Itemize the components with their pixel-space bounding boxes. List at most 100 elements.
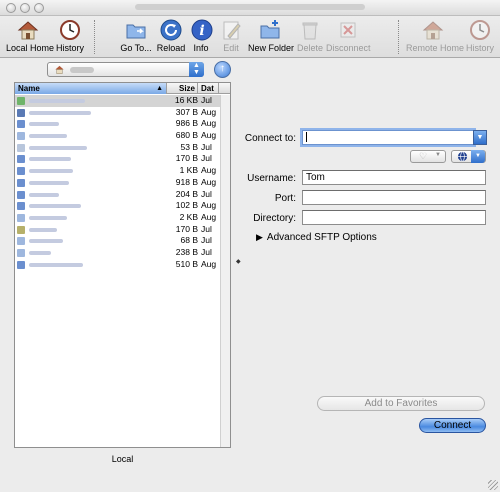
- remote-home-label: Remote Home: [406, 43, 465, 53]
- file-name-blurred: [29, 262, 83, 267]
- file-name-blurred: [29, 239, 63, 244]
- info-icon: i: [191, 19, 213, 41]
- file-row[interactable]: 102 B Aug: [15, 200, 220, 212]
- file-row[interactable]: 918 B Aug: [15, 177, 220, 189]
- local-history-label: History: [55, 43, 84, 53]
- file-list: 16 KB Jul 307 B Aug 986 B Aug 680 B Aug 53 B Jul 1…: [15, 95, 220, 270]
- username-value: Tom: [306, 172, 325, 183]
- file-size: 204 B: [175, 188, 198, 199]
- file-name-blurred: [29, 204, 81, 209]
- new-folder-button[interactable]: New Folder: [248, 18, 294, 53]
- connect-button[interactable]: Connect: [419, 418, 486, 433]
- file-row[interactable]: 307 B Aug: [15, 107, 220, 119]
- file-row[interactable]: 170 B Jul: [15, 153, 220, 165]
- remote-home-button[interactable]: Remote Home: [406, 18, 464, 53]
- file-name-blurred: [29, 122, 59, 127]
- column-name-label: Name: [18, 84, 40, 93]
- file-row[interactable]: 1 KB Aug: [15, 165, 220, 177]
- connect-button-label: Connect: [433, 420, 472, 431]
- file-size: 918 B: [175, 176, 198, 187]
- toolbar-separator: [94, 20, 95, 54]
- file-row[interactable]: 238 B Jul: [15, 247, 220, 259]
- port-field[interactable]: [302, 190, 486, 205]
- close-window-button[interactable]: [6, 3, 16, 13]
- username-field[interactable]: Tom: [302, 170, 486, 185]
- column-size-header[interactable]: Size: [168, 83, 198, 94]
- advanced-options-disclosure[interactable]: ▶ Advanced SFTP Options: [256, 232, 377, 243]
- local-path-popup[interactable]: ▲ ▼: [47, 62, 204, 77]
- file-row[interactable]: 170 B Jul: [15, 224, 220, 236]
- reload-icon: [160, 19, 182, 41]
- sftp-window: Local Home History Go To... Reload i Inf…: [0, 0, 500, 492]
- file-row[interactable]: 986 B Aug: [15, 118, 220, 130]
- file-name-blurred: [29, 157, 71, 162]
- file-size: 170 B: [175, 223, 198, 234]
- delete-icon: [302, 22, 318, 40]
- reload-button[interactable]: Reload: [156, 18, 186, 53]
- file-size: 680 B: [175, 130, 198, 141]
- remote-history-button[interactable]: History: [464, 18, 496, 53]
- file-date: Jul: [201, 95, 212, 105]
- column-date-header[interactable]: Dat: [199, 83, 219, 94]
- file-date: Aug: [201, 176, 217, 187]
- chevron-down-icon: ▼: [471, 150, 485, 163]
- splitter-handle-icon[interactable]: ◆: [236, 258, 241, 265]
- bookmark-popup[interactable]: ♡ ▼: [410, 150, 446, 163]
- file-icon: [17, 248, 25, 257]
- add-to-favorites-button[interactable]: Add to Favorites: [317, 396, 485, 411]
- connect-to-field[interactable]: [302, 130, 474, 145]
- local-home-label: Local Home: [6, 43, 55, 53]
- file-date: Jul: [201, 246, 212, 257]
- chevron-down-icon: ▼: [435, 152, 441, 158]
- delete-button[interactable]: Delete: [296, 18, 324, 53]
- file-name-blurred: [29, 215, 67, 220]
- file-icon: [17, 260, 25, 269]
- minimize-window-button[interactable]: [20, 3, 30, 13]
- go-to-button[interactable]: Go To...: [118, 18, 154, 53]
- username-label: Username:: [247, 173, 296, 184]
- file-row[interactable]: 2 KB Aug: [15, 212, 220, 224]
- svg-text:i: i: [199, 23, 204, 39]
- vertical-scrollbar[interactable]: [220, 95, 230, 447]
- network-popup[interactable]: ▼: [451, 150, 486, 163]
- column-name-header[interactable]: Name ▲: [15, 83, 167, 94]
- text-cursor: [306, 132, 307, 143]
- file-icon: [17, 108, 25, 117]
- directory-field[interactable]: [302, 210, 486, 225]
- file-row[interactable]: 680 B Aug: [15, 130, 220, 142]
- file-size: 238 B: [175, 246, 198, 257]
- file-row[interactable]: 68 B Jul: [15, 235, 220, 247]
- folder-icon: [126, 24, 146, 39]
- file-icon: [17, 190, 25, 199]
- disconnect-button[interactable]: Disconnect: [326, 18, 371, 53]
- file-size: 307 B: [175, 106, 198, 117]
- file-date: Jul: [201, 141, 212, 152]
- edit-button[interactable]: Edit: [220, 18, 242, 53]
- file-size: 102 B: [175, 200, 198, 211]
- local-pane-label: Local: [111, 454, 134, 464]
- file-row[interactable]: 16 KB Jul: [15, 95, 220, 107]
- file-size: 68 B: [180, 235, 199, 246]
- file-row[interactable]: 53 B Jul: [15, 142, 220, 154]
- file-icon: [17, 97, 25, 105]
- resize-grip-icon[interactable]: [488, 480, 498, 490]
- globe-icon: [457, 151, 468, 162]
- file-name-blurred: [29, 192, 59, 197]
- disconnect-label: Disconnect: [326, 43, 371, 53]
- file-date: Aug: [201, 106, 217, 117]
- file-icon: [17, 237, 25, 246]
- local-history-button[interactable]: History: [54, 18, 86, 53]
- column-size-label: Size: [178, 84, 195, 93]
- column-date-label: Dat: [201, 84, 214, 93]
- parent-directory-button[interactable]: ↑: [214, 61, 231, 78]
- reload-label: Reload: [156, 43, 186, 53]
- zoom-window-button[interactable]: [34, 3, 44, 13]
- file-row[interactable]: 204 B Jul: [15, 189, 220, 201]
- file-icon: [17, 132, 25, 141]
- info-button[interactable]: i Info: [190, 18, 213, 53]
- file-icon: [17, 167, 25, 176]
- file-row[interactable]: 510 B Aug: [15, 259, 220, 271]
- connect-to-dropdown-button[interactable]: ▼: [473, 130, 487, 145]
- file-date: Aug: [201, 165, 217, 176]
- local-home-button[interactable]: Local Home: [6, 18, 54, 53]
